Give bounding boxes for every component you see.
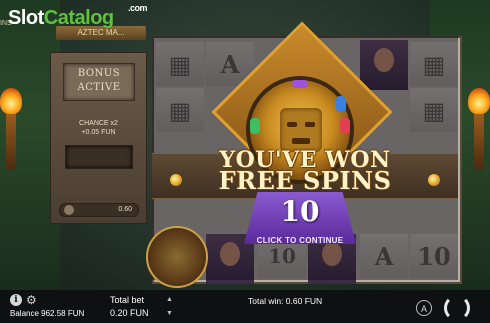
mask-mouth: [292, 138, 310, 144]
total-bet-value: 0.20 FUN: [110, 308, 149, 318]
mask-eye-right: [305, 122, 315, 127]
logo-slot-text: Slot: [8, 7, 44, 29]
gem-blue-icon: [336, 96, 346, 112]
bonus-active-indicator: BONUS ACTIVE: [63, 63, 135, 101]
logo-com-text: .com: [128, 3, 148, 13]
torch-left: [6, 110, 16, 170]
chance-text: CHANCE x2 +0.05 FUN: [51, 119, 146, 137]
slotcatalog-logo: SlotCatalog .com: [8, 3, 148, 30]
balance-label: Balance 962.58 FUN: [10, 309, 85, 318]
autoplay-button[interactable]: A: [416, 300, 432, 316]
chance-line1: CHANCE x2: [79, 120, 118, 127]
bet-slider[interactable]: 0.60: [59, 203, 139, 217]
torch-right: [474, 110, 484, 170]
slider-value: 0.60: [118, 206, 132, 213]
torch-flame-right: [468, 88, 490, 114]
bet-increase-icon[interactable]: ▲: [166, 296, 173, 303]
gem-purple-icon: [292, 80, 308, 88]
info-icon[interactable]: i: [10, 294, 22, 306]
scatter-medallion-icon: [146, 226, 208, 288]
total-bet-label: Total bet: [110, 295, 145, 305]
gem-green-icon: [250, 118, 260, 134]
win-title-line2: FREE SPINS: [218, 166, 392, 195]
gem-red-icon: [340, 118, 350, 134]
chance-line2: +0.05 FUN: [81, 129, 116, 136]
spin-button[interactable]: [444, 295, 470, 321]
bonus-line2: ACTIVE: [77, 82, 121, 93]
mask-eye-left: [287, 122, 297, 127]
coin-left-icon: [170, 174, 182, 186]
click-to-continue-button[interactable]: CLICK TO CONTINUE: [244, 236, 356, 245]
chance-toggle[interactable]: [65, 145, 133, 169]
aztec-mask-icon: [280, 108, 322, 152]
logo-catalog-text: Catalog: [43, 7, 114, 29]
gear-icon[interactable]: ⚙: [26, 294, 38, 306]
bet-decrease-icon[interactable]: ▼: [166, 310, 173, 317]
free-spins-count: 10: [280, 195, 320, 228]
total-win-label: Total win: 0.60 FUN: [248, 296, 323, 306]
side-panel: BONUS ACTIVE CHANCE x2 +0.05 FUN 0.60: [50, 52, 147, 224]
torch-flame-left: [0, 88, 22, 114]
bonus-line1: BONUS: [77, 68, 121, 79]
slider-knob[interactable]: [64, 205, 74, 215]
coin-right-icon: [428, 174, 440, 186]
